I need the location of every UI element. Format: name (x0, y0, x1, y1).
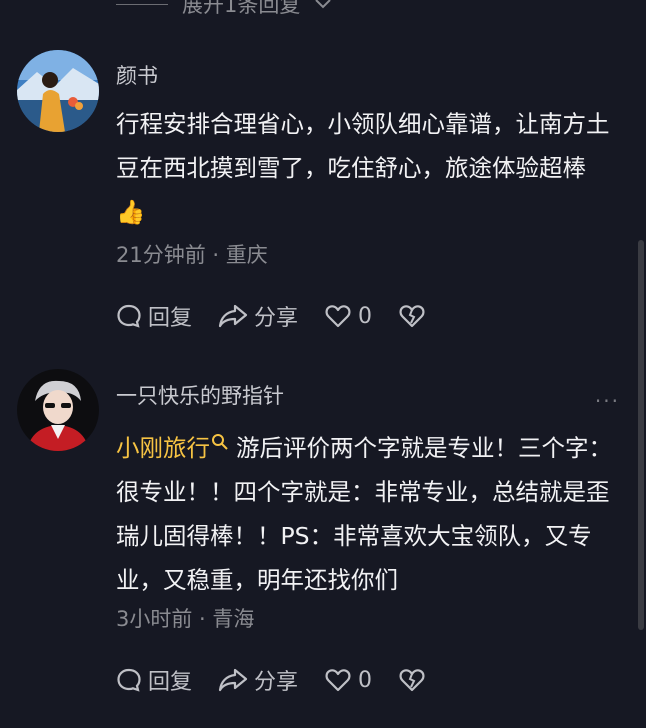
avatar[interactable] (17, 50, 99, 132)
comment-text: 行程安排合理省心，小领队细心靠谱，让南方土豆在西北摸到雪了，吃住舒心，旅途体验超… (116, 102, 621, 234)
more-options-icon[interactable]: ··· (595, 389, 620, 413)
search-icon (210, 422, 230, 450)
comment-text: 小刚旅行 游后评价两个字就是专业！三个字：很专业！！四个字就是：非常专业，总结就是… (116, 422, 621, 602)
share-button[interactable]: 分享 (218, 300, 298, 332)
chevron-down-icon[interactable] (314, 0, 332, 15)
avatar[interactable] (17, 369, 99, 451)
mention-name[interactable]: 小刚旅行 (116, 434, 210, 462)
like-count: 0 (358, 667, 373, 693)
divider-line (116, 3, 168, 5)
share-arrow-icon (218, 303, 248, 329)
reply-label: 回复 (148, 670, 193, 695)
like-count: 0 (358, 303, 373, 329)
like-button[interactable]: 0 (324, 303, 372, 329)
mention-link[interactable]: 小刚旅行 (116, 434, 236, 462)
reply-button[interactable]: 回复 (116, 664, 192, 696)
comment-actions: 回复 分享 0 (116, 662, 452, 698)
comment-bubble-icon (116, 303, 142, 329)
like-button[interactable]: 0 (324, 667, 372, 693)
scrollbar[interactable] (638, 240, 644, 630)
broken-heart-icon (398, 667, 426, 693)
comment-actions: 回复 分享 0 (116, 298, 452, 334)
dislike-button[interactable] (398, 303, 426, 329)
reply-button[interactable]: 回复 (116, 300, 192, 332)
share-label: 分享 (254, 670, 299, 695)
expand-replies-label[interactable]: 展开1条回复 (182, 0, 300, 19)
share-button[interactable]: 分享 (218, 664, 298, 696)
heart-icon (324, 303, 352, 329)
comment-username[interactable]: 颜书 (116, 60, 158, 90)
heart-icon (324, 667, 352, 693)
share-arrow-icon (218, 667, 248, 693)
comment-meta: 3小时前 · 青海 (116, 607, 255, 631)
comment-body: 行程安排合理省心，小领队细心靠谱，让南方土豆在西北摸到雪了，吃住舒心，旅途体验超… (116, 110, 610, 226)
reply-label: 回复 (148, 306, 193, 331)
comment-bubble-icon (116, 667, 142, 693)
share-label: 分享 (254, 306, 299, 331)
expand-replies-row[interactable]: 展开1条回复 (116, 0, 332, 20)
broken-heart-icon (398, 303, 426, 329)
comment-meta: 21分钟前 · 重庆 (116, 243, 268, 267)
comment-username[interactable]: 一只快乐的野指针 (116, 380, 284, 410)
dislike-button[interactable] (398, 667, 426, 693)
